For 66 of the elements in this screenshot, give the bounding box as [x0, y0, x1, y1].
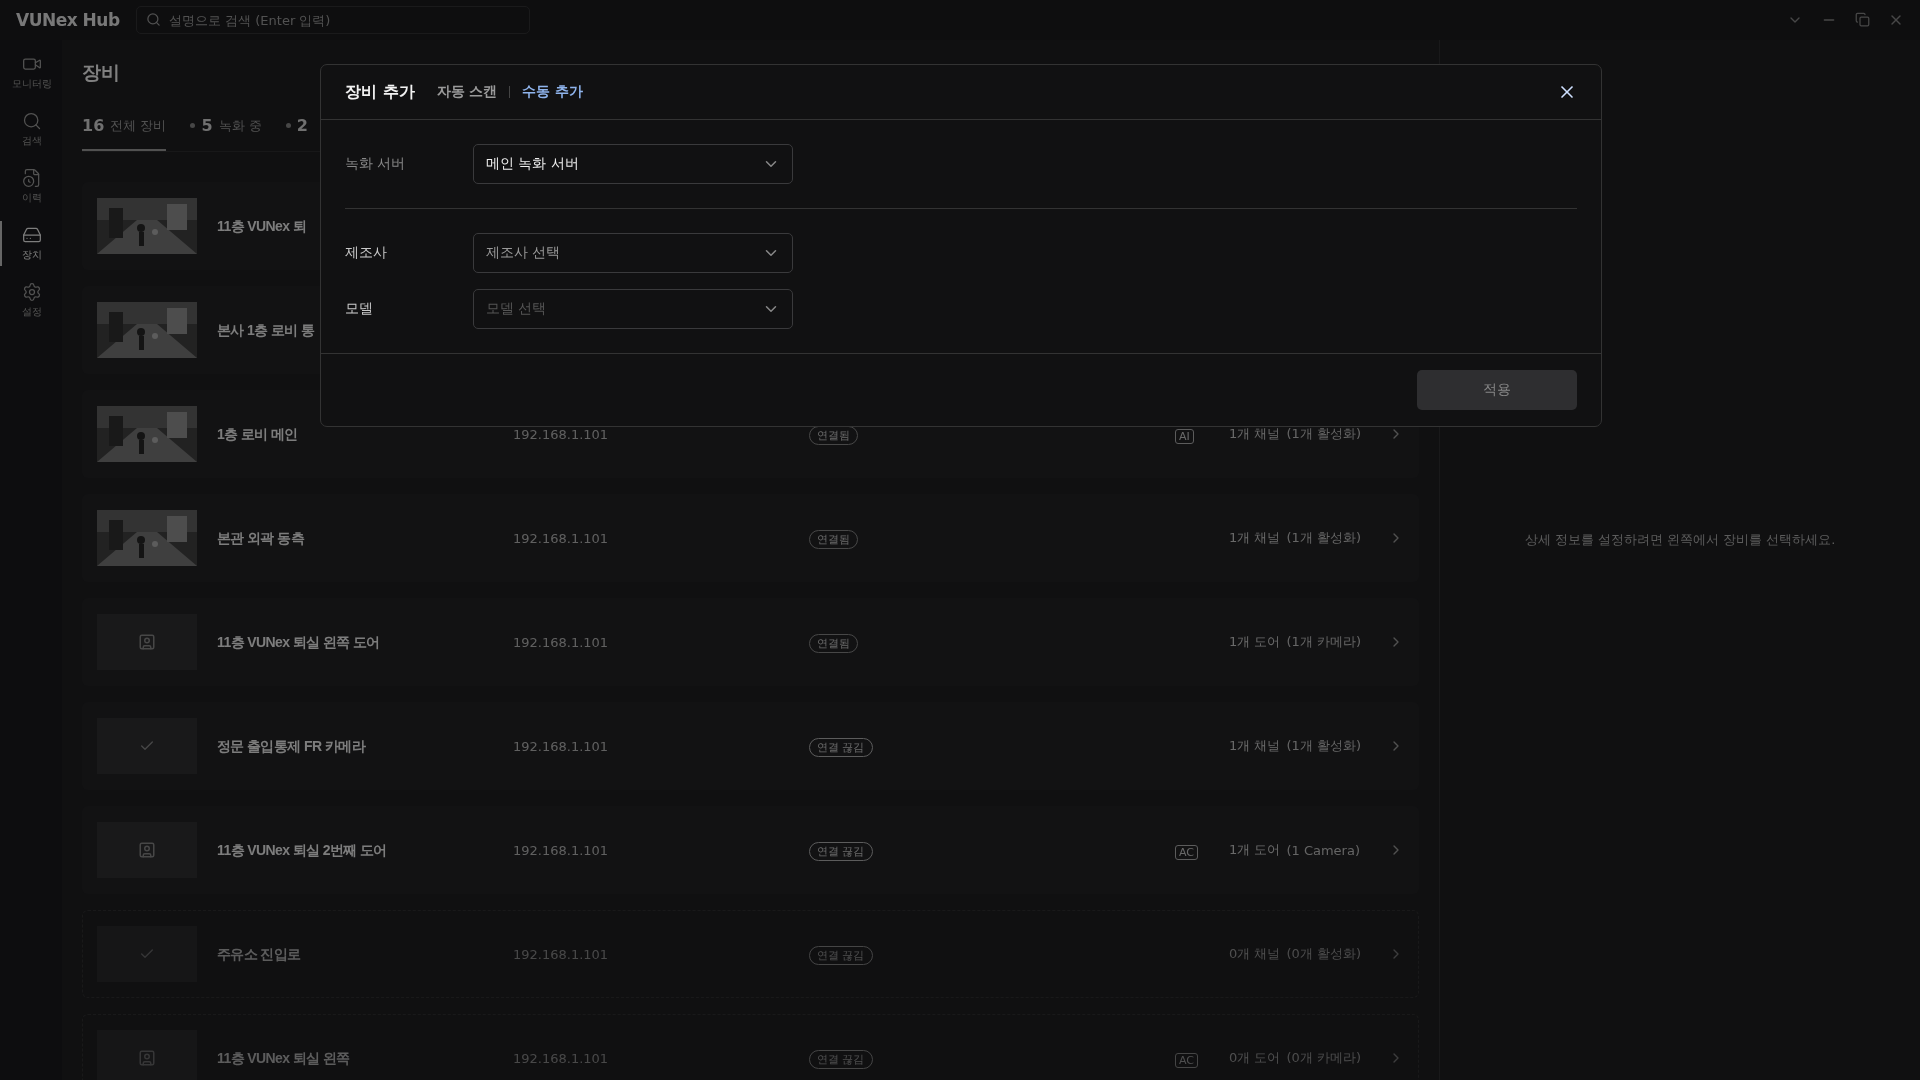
channel-detail: (1개 활성화) — [1286, 425, 1361, 443]
channel-count: 1개 채널 — [1229, 737, 1281, 755]
channel-detail: (1개 활성화) — [1286, 529, 1361, 547]
stat-count: 16 — [82, 116, 105, 135]
dialog-title: 장비 추가 — [345, 81, 415, 103]
status-dot — [190, 123, 196, 128]
stat-tab[interactable]: 16 전체 장비 — [82, 116, 167, 151]
sidebar-item[interactable]: 검색 — [0, 107, 62, 152]
channel-detail: (1개 카메라) — [1286, 633, 1361, 651]
type-badge: AC — [1175, 844, 1198, 860]
device-ip: 192.168.1.101 — [513, 634, 610, 650]
channel-detail: (1 Camera) — [1286, 842, 1360, 858]
device-name: 1층 로비 메인 — [217, 426, 298, 442]
device-name: 11층 VUNex 퇴 — [217, 218, 307, 234]
device-name: 주유소 진입로 — [217, 946, 301, 962]
device-ip: 192.168.1.101 — [513, 530, 610, 546]
channel-detail: (1개 활성화) — [1286, 737, 1361, 755]
sidebar-item[interactable]: 장치 — [0, 221, 62, 266]
device-name: 11층 VUNex 퇴실 2번째 도어 — [217, 842, 387, 858]
device-ip: 192.168.1.101 — [513, 1050, 610, 1066]
select-field[interactable]: 메인 녹화 서버 — [473, 144, 793, 184]
device-ip: 192.168.1.101 — [513, 946, 610, 962]
search-field[interactable]: 설명으로 검색 (Enter 입력) — [136, 6, 530, 34]
channel-count: 1개 채널 — [1229, 529, 1281, 547]
type-badge: AI — [1175, 428, 1194, 444]
channel-count: 1개 도어 — [1229, 633, 1281, 651]
page-title: 장비 — [82, 60, 120, 85]
device-name: 본관 외곽 동측 — [217, 530, 304, 546]
sidebar-item[interactable]: 모니터링 — [0, 50, 62, 95]
status-dot — [285, 123, 291, 128]
restore-icon[interactable] — [1855, 12, 1870, 27]
device-ip: 192.168.1.101 — [513, 426, 610, 442]
channel-count: 0개 도어 — [1229, 1049, 1281, 1067]
channel-count: 0개 채널 — [1229, 945, 1281, 963]
stat-count: 2 — [296, 116, 308, 135]
field-label: 녹화 서버 — [345, 155, 407, 173]
device-ip: 192.168.1.101 — [513, 738, 610, 754]
device-name: 11층 VUNex 퇴실 왼쪽 — [217, 1050, 350, 1066]
empty-hint: 상세 정보를 설정하려면 왼쪽에서 장비를 선택하세요. — [1524, 531, 1836, 549]
field-label: 제조사 — [345, 244, 388, 262]
channel-detail: (0개 활성화) — [1286, 945, 1361, 963]
field-label: 모델 — [345, 300, 374, 318]
history-icon — [22, 168, 42, 188]
stat-tab[interactable]: 5 녹화 중 — [190, 116, 262, 151]
app-logo: VUNex Hub — [16, 10, 120, 30]
search-icon — [22, 111, 42, 131]
select-field[interactable]: 제조사 선택 — [473, 233, 793, 273]
stat-label: 녹화 중 — [218, 116, 262, 135]
device-name: 11층 VUNex 퇴실 왼쪽 도어 — [217, 634, 380, 650]
sidebar-item[interactable]: 설정 — [0, 278, 62, 323]
device-name: 정문 출입통제 FR 카메라 — [217, 738, 365, 754]
stat-tab[interactable]: 2 — [285, 116, 308, 151]
type-badge: AC — [1175, 1052, 1198, 1068]
device-icon — [22, 225, 42, 245]
stat-label: 전체 장비 — [110, 116, 167, 135]
channel-count: 1개 채널 — [1229, 425, 1281, 443]
dialog-tab[interactable]: 자동 스캔 — [436, 83, 498, 101]
stat-count: 5 — [201, 116, 213, 135]
settings-icon — [22, 282, 42, 302]
search-icon — [146, 12, 161, 27]
device-name: 본사 1층 로비 통 — [217, 322, 315, 338]
channel-detail: (0개 카메라) — [1286, 1049, 1361, 1067]
dialog-tab[interactable]: 수동 추가 — [522, 83, 584, 101]
sidebar-item[interactable]: 이력 — [0, 164, 62, 209]
device-ip: 192.168.1.101 — [513, 842, 610, 858]
channel-count: 1개 도어 — [1229, 841, 1281, 859]
